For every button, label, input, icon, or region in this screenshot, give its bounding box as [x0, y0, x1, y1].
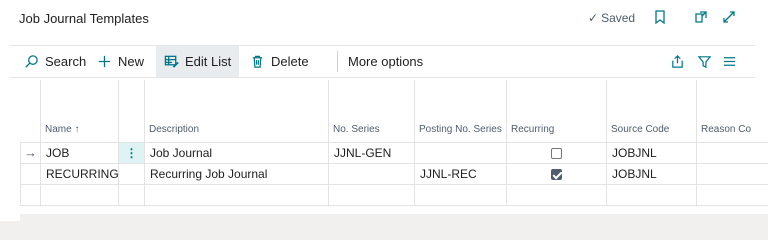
column-header-actions	[118, 80, 145, 142]
column-header-reason-code[interactable]: Reason Co	[696, 80, 768, 142]
posting-no-series-cell[interactable]	[414, 141, 507, 164]
recurring-checkbox[interactable]	[551, 147, 562, 159]
edit-list-icon	[164, 55, 179, 68]
list-icon	[723, 57, 736, 66]
description-cell[interactable]: Job Journal	[144, 141, 329, 164]
share-button[interactable]	[670, 46, 685, 77]
indicator-header	[21, 80, 41, 142]
row-indicator-icon: →	[20, 141, 41, 164]
source-code-cell[interactable]: JOBJNL	[606, 141, 697, 164]
recurring-cell	[506, 162, 607, 185]
description-cell[interactable]: Recurring Job Journal	[144, 162, 329, 185]
new-label: New	[118, 54, 145, 69]
row-indicator-icon	[20, 183, 41, 206]
delete-label: Delete	[271, 54, 309, 69]
edit-list-button[interactable]: Edit List	[156, 46, 240, 77]
more-options-button[interactable]: More options	[348, 46, 423, 77]
row-actions-menu[interactable]	[118, 162, 145, 185]
edit-list-label: Edit List	[185, 54, 232, 69]
grid-footer	[20, 214, 768, 221]
name-cell[interactable]: JOB	[40, 141, 119, 164]
column-header-source-code[interactable]: Source Code	[606, 80, 697, 142]
recurring-checkbox[interactable]	[551, 168, 562, 180]
delete-button[interactable]: Delete	[250, 46, 309, 77]
toolbar-divider	[337, 51, 338, 72]
reason-code-cell[interactable]	[696, 141, 768, 164]
expand-icon[interactable]	[721, 9, 737, 25]
column-header-name[interactable]: Name ↑	[40, 80, 119, 142]
open-new-window-icon[interactable]	[693, 9, 709, 25]
reason-code-cell[interactable]	[696, 162, 768, 185]
trash-icon	[252, 55, 263, 68]
name-cell[interactable]	[40, 183, 119, 206]
filter-button[interactable]	[697, 46, 712, 77]
share-icon	[672, 55, 683, 68]
filter-icon	[697, 56, 712, 69]
column-header-description[interactable]: Description	[144, 80, 329, 142]
page: Job Journal Templates ✓ Saved Search New…	[0, 0, 768, 221]
posting-no-series-cell[interactable]: JJNL-REC	[414, 162, 507, 185]
templates-table: Name ↑ Description No. Series Posting No…	[20, 80, 768, 206]
saved-status: ✓ Saved	[588, 11, 635, 25]
saved-label: Saved	[601, 11, 636, 25]
search-icon	[25, 55, 38, 68]
data-grid: Name ↑ Description No. Series Posting No…	[20, 80, 768, 221]
column-header-no-series[interactable]: No. Series	[328, 80, 415, 142]
row-actions-menu[interactable]	[118, 183, 145, 206]
list-view-button[interactable]	[722, 46, 737, 77]
description-cell[interactable]	[144, 183, 329, 206]
column-header-posting-no-series[interactable]: Posting No. Series	[414, 80, 507, 142]
more-options-label: More options	[348, 54, 424, 69]
action-bar: Search New Edit List Delete More options	[10, 45, 756, 78]
row-indicator-icon	[20, 162, 41, 185]
new-row[interactable]	[20, 183, 768, 206]
recurring-cell	[506, 141, 607, 164]
search-label: Search	[45, 54, 87, 69]
title-bar: Job Journal Templates ✓ Saved	[0, 0, 768, 38]
table-row[interactable]: → JOB ⋮ Job Journal JJNL-GEN JOBJNL	[20, 141, 768, 164]
reason-code-cell[interactable]	[696, 183, 768, 206]
table-row[interactable]: RECURRING Recurring Job Journal JJNL-REC…	[20, 162, 768, 185]
no-series-cell[interactable]	[328, 183, 415, 206]
row-actions-menu[interactable]: ⋮	[118, 141, 145, 164]
source-code-cell[interactable]	[606, 183, 697, 206]
new-button[interactable]: New	[97, 46, 144, 77]
source-code-cell[interactable]: JOBJNL	[606, 162, 697, 185]
plus-icon	[98, 55, 111, 68]
check-icon: ✓	[588, 11, 599, 25]
posting-no-series-cell[interactable]	[414, 183, 507, 206]
search-button[interactable]: Search	[24, 46, 86, 77]
name-cell[interactable]: RECURRING	[40, 162, 119, 185]
column-header-recurring[interactable]: Recurring	[506, 80, 607, 142]
no-series-cell[interactable]: JJNL-GEN	[328, 141, 415, 164]
page-title: Job Journal Templates	[19, 11, 149, 26]
recurring-cell[interactable]	[506, 183, 607, 206]
no-series-cell[interactable]	[328, 162, 415, 185]
bookmark-icon[interactable]	[652, 9, 668, 25]
header-row: Name ↑ Description No. Series Posting No…	[21, 80, 768, 142]
